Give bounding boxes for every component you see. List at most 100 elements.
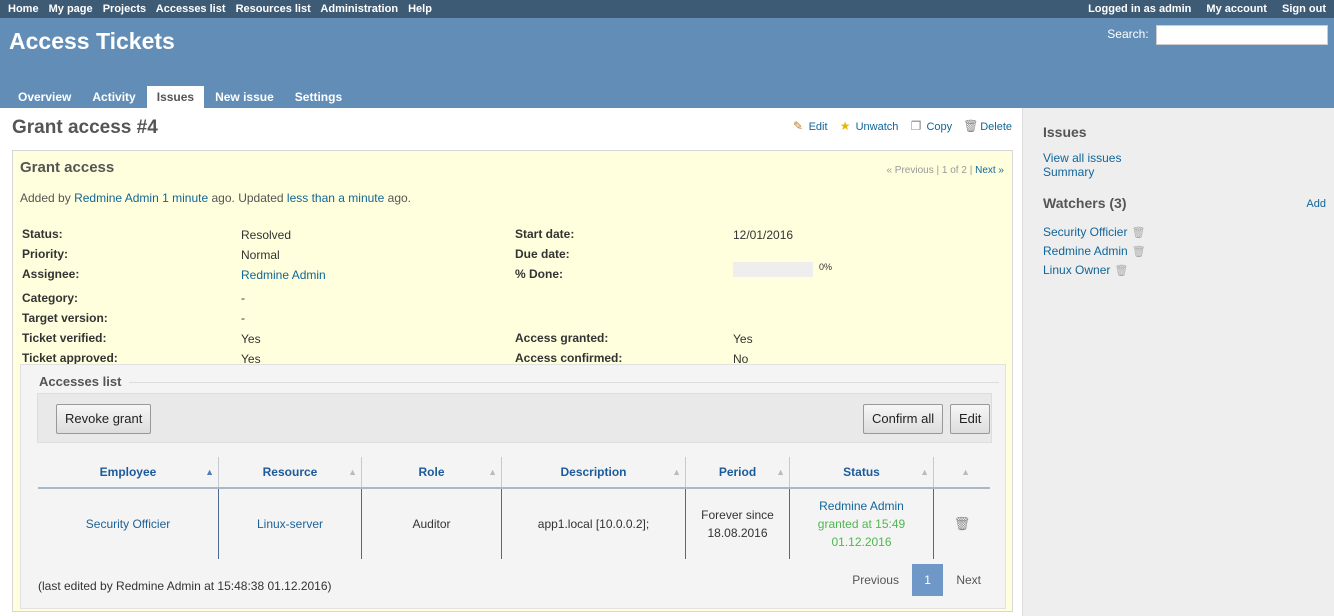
edit-issue-link[interactable]: ✎ Edit [792,120,828,133]
separator: | [936,165,940,176]
separator: | [969,165,973,176]
period-line-1: Forever since [701,508,774,522]
issue-subject: Grant access [20,159,115,176]
top-menu-home[interactable]: Home [8,3,39,15]
column-resource[interactable]: Resource ▲ [218,457,361,487]
top-menu-my-page[interactable]: My page [49,3,93,15]
column-actions[interactable]: ▲ [933,457,990,487]
main-menu: Overview Activity Issues New issue Setti… [8,86,353,108]
watchers-heading: Watchers (3) [1043,195,1127,211]
watcher-link[interactable]: Linux Owner [1043,263,1110,277]
author-link[interactable]: Redmine Admin [74,191,159,205]
added-ago-link[interactable]: 1 minute [162,191,208,205]
pager-current-page[interactable]: 1 [912,564,943,596]
view-all-issues-link[interactable]: View all issues [1043,151,1121,165]
column-employee[interactable]: Employee ▲ [38,457,218,487]
top-menu-administration[interactable]: Administration [320,3,398,15]
pencil-icon: ✎ [793,119,804,133]
ticket-verified-value: Yes [241,332,261,346]
assignee-link[interactable]: Redmine Admin [241,268,326,282]
category-value: - [241,291,245,305]
project-title[interactable]: Access Tickets [9,28,175,55]
sort-asc-icon: ▲ [205,467,214,477]
next-issue-link[interactable]: Next » [975,165,1004,176]
pager-next[interactable]: Next [946,564,991,596]
sort-icon: ▲ [920,467,929,477]
sidebar-issues-heading: Issues [1043,124,1087,140]
category-label: Category: [22,291,79,305]
search-label: Search: [1107,27,1149,42]
top-menu-projects[interactable]: Projects [103,3,146,15]
tab-new-issue[interactable]: New issue [205,86,284,108]
status-user-link[interactable]: Redmine Admin [819,497,904,515]
content: Grant access #4 ✎ Edit ★ Unwatch ❐ Copy … [0,108,1022,616]
top-menu-help[interactable]: Help [408,3,432,15]
issue-position: 1 of 2 [941,165,967,176]
due-date-label: Due date: [515,247,570,261]
trash-icon[interactable]: 🗑 [1114,265,1128,277]
trash-icon[interactable]: 🗑 [1131,227,1145,239]
column-role[interactable]: Role ▲ [361,457,501,487]
accesses-toolbar: Revoke grant Confirm all Edit [37,393,992,443]
done-progress-bar [733,262,813,277]
cell-resource[interactable]: Linux-server [218,489,361,559]
trash-icon[interactable]: 🗑 [1132,246,1146,258]
cell-delete: 🗑 [933,489,990,559]
column-status[interactable]: Status ▲ [789,457,933,487]
watcher-link[interactable]: Security Officier [1043,225,1127,239]
updated-ago-link[interactable]: less than a minute [287,191,384,205]
top-menu-resources-list[interactable]: Resources list [236,3,311,15]
ticket-approved-label: Ticket approved: [22,351,118,365]
top-menu: Home My page Projects Accesses list Reso… [0,0,1334,18]
author-line: Added by Redmine Admin 1 minute ago. Upd… [20,191,411,205]
add-watcher-link[interactable]: Add [1306,198,1326,210]
tab-overview[interactable]: Overview [8,86,81,108]
sort-icon: ▲ [672,467,681,477]
delete-issue-link[interactable]: 🗑 Delete [963,120,1012,133]
tab-settings[interactable]: Settings [285,86,352,108]
done-label: % Done: [515,267,563,281]
accesses-list-panel: Accesses list Revoke grant Confirm all E… [20,364,1006,609]
top-menu-left: Home My page Projects Accesses list Reso… [8,3,439,15]
confirm-all-button[interactable]: Confirm all [863,404,944,434]
column-period[interactable]: Period ▲ [685,457,789,487]
top-menu-accesses-list[interactable]: Accesses list [156,3,226,15]
trash-icon[interactable]: 🗑 [954,515,971,533]
status-value: Resolved [241,228,292,242]
revoke-grant-button[interactable]: Revoke grant [56,404,152,434]
sort-icon: ▲ [961,467,970,477]
star-icon: ★ [839,119,851,133]
quick-search: Search: [1107,25,1328,45]
column-status-label: Status [843,465,880,479]
summary-link[interactable]: Summary [1043,165,1094,179]
start-date-value: 12/01/2016 [733,228,794,242]
column-description[interactable]: Description ▲ [501,457,685,487]
period-line-2: 18.08.2016 [707,526,768,540]
edit-accesses-button[interactable]: Edit [950,404,991,434]
copy-issue-link[interactable]: ❐ Copy [909,120,953,133]
copy-label: Copy [926,120,953,133]
my-account-link[interactable]: My account [1206,3,1267,15]
author-mid: ago. Updated [211,191,284,205]
pager-previous[interactable]: Previous [842,564,909,596]
unwatch-link[interactable]: ★ Unwatch [839,120,899,133]
search-input[interactable] [1156,25,1328,45]
access-granted-value: Yes [733,332,753,346]
column-role-label: Role [418,465,445,479]
target-version-value: - [241,311,245,325]
cell-description: app1.local [10.0.0.2]; [501,489,685,559]
delete-label: Delete [980,120,1012,133]
previous-issue: « Previous [886,165,934,176]
sign-out-link[interactable]: Sign out [1282,3,1326,15]
tab-activity[interactable]: Activity [82,86,145,108]
sidebar: Issues View all issues Summary Watchers … [1022,108,1334,616]
unwatch-label: Unwatch [855,120,899,133]
trash-icon: 🗑 [963,119,979,133]
cell-employee[interactable]: Security Officier [38,489,218,559]
issue-details: Grant access « Previous | 1 of 2 | Next … [12,150,1013,612]
logged-in-label: Logged in as admin [1088,3,1192,15]
watcher-link[interactable]: Redmine Admin [1043,244,1128,258]
tab-issues[interactable]: Issues [146,86,205,108]
ticket-verified-label: Ticket verified: [22,331,107,345]
cell-status: Redmine Admin granted at 15:49 01.12.201… [789,489,933,559]
